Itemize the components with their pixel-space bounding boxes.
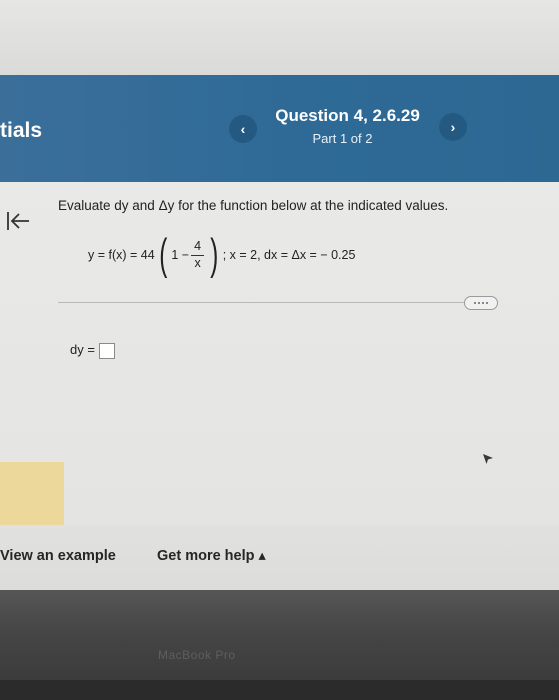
formula-inner-lead: 1 −	[171, 248, 190, 262]
more-options-button[interactable]	[464, 296, 498, 310]
get-more-help-button[interactable]: Get more help ▴	[157, 548, 266, 564]
view-example-link[interactable]: View an example	[0, 548, 116, 564]
chevron-left-icon: ‹	[240, 121, 246, 137]
formula-paren-open: (	[159, 230, 168, 279]
formula-paren-close: )	[210, 230, 219, 279]
formula-lhs: y = f(x) = 44	[88, 248, 155, 262]
fraction-numerator: 4	[191, 240, 205, 256]
mouse-cursor-icon	[483, 454, 493, 464]
question-content: Evaluate dy and Δy for the function belo…	[0, 182, 559, 525]
formula-rhs: ; x = 2, dx = Δx = − 0.25	[222, 248, 356, 262]
dot-icon	[474, 302, 476, 304]
answer-label: dy =	[70, 342, 95, 357]
chevron-right-icon: ›	[450, 119, 456, 135]
help-footer: View an example Get more help ▴	[0, 525, 559, 590]
collapse-left-icon[interactable]	[5, 208, 31, 234]
question-header: tials ‹ Question 4, 2.6.29 Part 1 of 2 ›	[0, 75, 559, 182]
fraction-denominator: x	[194, 255, 201, 270]
next-question-button[interactable]: ›	[439, 113, 467, 141]
dot-icon	[482, 302, 484, 304]
function-formula: y = f(x) = 44 ( 1 − 4 x ) ; x = 2, dx = …	[88, 232, 355, 278]
question-part: Part 1 of 2	[312, 131, 373, 146]
dy-answer-input[interactable]	[99, 343, 115, 359]
device-label: MacBook Pro	[158, 648, 236, 662]
dot-icon	[478, 302, 480, 304]
dot-icon	[486, 302, 488, 304]
problem-prompt: Evaluate dy and Δy for the function belo…	[58, 198, 449, 213]
formula-fraction: 4 x	[191, 240, 205, 270]
section-divider	[58, 302, 464, 303]
top-strip	[0, 0, 559, 75]
sidebar-highlight	[0, 462, 64, 525]
laptop-bezel-shadow	[0, 680, 559, 700]
previous-question-button[interactable]: ‹	[229, 115, 257, 143]
question-title: Question 4, 2.6.29	[275, 106, 420, 125]
brand-title: tials	[0, 119, 43, 142]
